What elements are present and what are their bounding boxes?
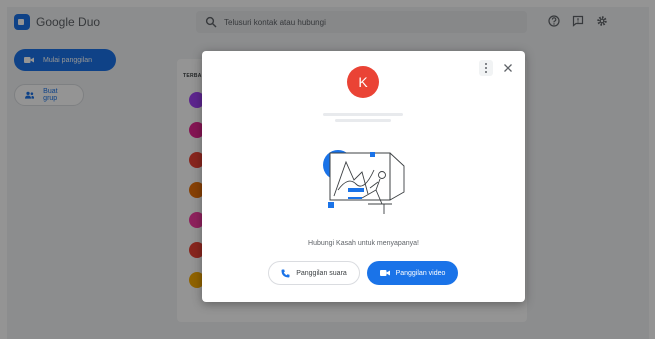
- phone-icon: [281, 269, 290, 277]
- redacted-contact-name: [320, 110, 406, 124]
- video-camera-icon: [379, 270, 390, 276]
- contact-avatar: K: [347, 66, 379, 98]
- more-vert-icon: [485, 63, 487, 65]
- video-call-label: Panggilan video: [395, 269, 446, 277]
- voice-call-label: Panggilan suara: [296, 269, 347, 277]
- voice-call-button[interactable]: Panggilan suara: [268, 261, 360, 285]
- contact-dialog: K Hubungi Kasah untuk menyapanya! Panggi…: [202, 51, 525, 302]
- more-options-button[interactable]: [479, 60, 493, 76]
- close-icon[interactable]: [501, 61, 515, 75]
- call-prompt-text: Hubungi Kasah untuk menyapanya!: [308, 240, 419, 247]
- video-call-illustration: [323, 150, 405, 214]
- video-call-button[interactable]: Panggilan video: [367, 261, 458, 285]
